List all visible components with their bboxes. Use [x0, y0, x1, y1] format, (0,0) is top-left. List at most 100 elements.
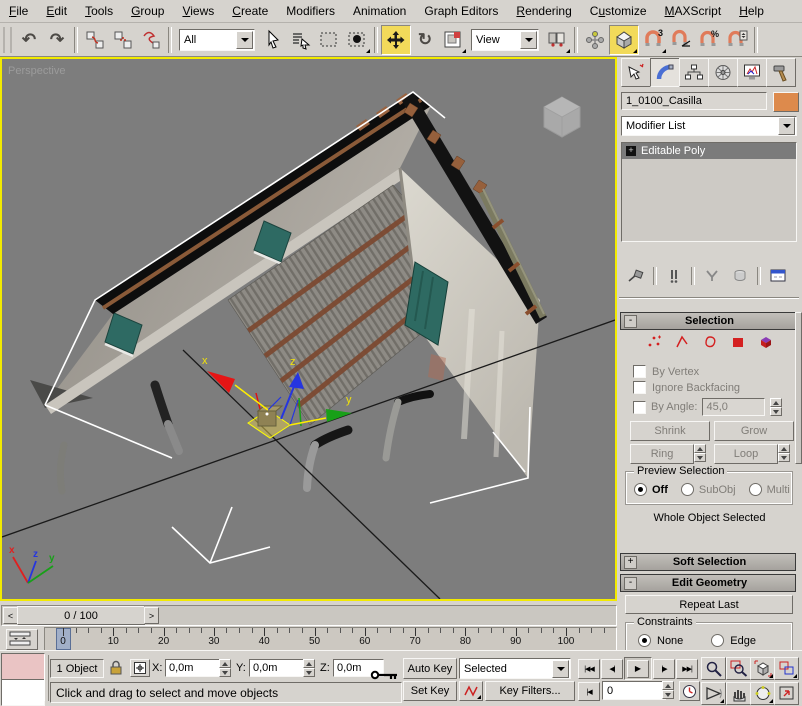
x-coordinate-field[interactable]: 0,0m	[165, 659, 220, 677]
menu-item-create[interactable]: Create	[223, 2, 277, 20]
zoom-button[interactable]	[701, 657, 726, 680]
y-coordinate-field[interactable]: 0,0m	[249, 659, 304, 677]
border-mode-icon[interactable]	[702, 334, 718, 350]
grow-button[interactable]: Grow	[714, 421, 794, 441]
select-and-link-button[interactable]	[81, 26, 109, 54]
menu-item-maxscript[interactable]: MAXScript	[656, 2, 731, 20]
percent-snap-toggle-button[interactable]: %	[695, 26, 723, 54]
auto-key-button[interactable]: Auto Key	[403, 658, 457, 679]
modifier-list-combo[interactable]: Modifier List	[621, 116, 797, 136]
absolute-offset-toggle[interactable]	[130, 659, 150, 677]
edge-mode-icon[interactable]	[674, 334, 690, 350]
configure-modifier-sets-button[interactable]	[767, 266, 789, 286]
perspective-viewport[interactable]: x z y x z y Perspective	[0, 57, 617, 601]
constraints-none-radio[interactable]	[638, 634, 651, 647]
open-mini-curve-editor-button[interactable]	[6, 629, 38, 650]
time-slider-next-button[interactable]: >	[144, 607, 159, 624]
menu-item-file[interactable]: File	[0, 2, 37, 20]
select-by-name-button[interactable]	[287, 26, 315, 54]
zoom-extents-all-button[interactable]	[774, 657, 799, 680]
ring-button[interactable]: Ring	[630, 444, 694, 464]
object-color-swatch[interactable]	[773, 92, 799, 112]
angle-snap-toggle-button[interactable]	[667, 26, 695, 54]
combo-arrow-button[interactable]	[236, 31, 253, 49]
ring-spinner[interactable]	[694, 444, 706, 462]
time-slider-thumb[interactable]: 0 / 100	[17, 606, 145, 625]
tab-display[interactable]	[737, 58, 767, 87]
modifier-stack[interactable]: + Editable Poly	[621, 142, 797, 242]
maxscript-listener-macro-line[interactable]	[1, 653, 45, 680]
pan-view-button[interactable]	[726, 682, 751, 705]
spinner-down-icon[interactable]	[778, 453, 790, 462]
select-and-scale-button[interactable]	[439, 26, 467, 54]
arc-rotate-button[interactable]	[750, 682, 775, 705]
spinner-up-icon[interactable]	[694, 444, 706, 453]
show-end-result-button[interactable]	[663, 266, 685, 286]
menu-item-modifiers[interactable]: Modifiers	[277, 2, 344, 20]
select-and-move-button[interactable]	[381, 25, 411, 55]
panel-scrollbar[interactable]	[795, 312, 802, 464]
previous-frame-button[interactable]: ◀|	[601, 659, 623, 679]
zoom-all-button[interactable]	[726, 657, 751, 680]
by-angle-field[interactable]: 45,0	[702, 398, 765, 416]
spinner-up-icon[interactable]	[303, 659, 315, 668]
go-to-end-button[interactable]: ▶▶|	[676, 659, 698, 679]
window-crossing-toggle-button[interactable]	[343, 26, 371, 54]
frame-spinner[interactable]	[662, 681, 674, 699]
bind-to-space-warp-button[interactable]	[137, 26, 165, 54]
menu-item-group[interactable]: Group	[122, 2, 173, 20]
play-animation-button[interactable]: ▶	[624, 657, 652, 680]
rollout-soft-selection[interactable]: + Soft Selection	[620, 553, 796, 571]
current-frame-field[interactable]: 0	[602, 681, 666, 700]
tab-create[interactable]	[621, 58, 651, 87]
preview-off-radio[interactable]	[634, 483, 647, 496]
menu-item-tools[interactable]: Tools	[76, 2, 122, 20]
combo-arrow-button[interactable]	[778, 117, 795, 135]
spinner-down-icon[interactable]	[662, 690, 674, 699]
rectangular-selection-region-button[interactable]	[315, 26, 343, 54]
maximize-viewport-toggle[interactable]	[774, 682, 799, 705]
snaps-toggle-button[interactable]	[609, 25, 639, 55]
rollout-selection[interactable]: - Selection	[620, 312, 796, 330]
key-mode-combo[interactable]: Selected	[459, 658, 571, 679]
y-spinner[interactable]	[303, 659, 315, 677]
next-frame-button[interactable]: |▶	[653, 659, 675, 679]
tab-hierarchy[interactable]	[679, 58, 709, 87]
time-configuration-button[interactable]	[679, 681, 700, 701]
menu-item-help[interactable]: Help	[730, 2, 773, 20]
toolbar-drag-handle[interactable]	[3, 27, 12, 53]
spinner-up-icon[interactable]	[770, 398, 782, 407]
spinner-down-icon[interactable]	[303, 668, 315, 677]
set-key-button[interactable]: Set Key	[403, 681, 457, 701]
maxscript-listener-script-line[interactable]	[1, 679, 45, 706]
viewport-label[interactable]: Perspective	[8, 65, 65, 77]
tab-motion[interactable]	[708, 58, 738, 87]
by-angle-spinner[interactable]	[770, 398, 782, 416]
spinner-snap-toggle-button[interactable]	[723, 26, 751, 54]
expand-icon[interactable]: +	[626, 146, 636, 156]
key-filters-button[interactable]: Key Filters...	[485, 681, 575, 701]
spinner-down-icon[interactable]	[770, 407, 782, 416]
listener-splitter[interactable]	[44, 655, 49, 701]
x-spinner[interactable]	[219, 659, 231, 677]
key-mode-toggle-button[interactable]: |◀	[578, 682, 600, 701]
select-and-rotate-button[interactable]: ↻	[411, 26, 439, 54]
spinner-up-icon[interactable]	[662, 681, 674, 690]
polygon-mode-icon[interactable]	[730, 334, 746, 350]
snap-mode-button[interactable]: 3	[639, 26, 667, 54]
combo-arrow-button[interactable]	[552, 660, 569, 678]
undo-button[interactable]: ↶	[15, 26, 43, 54]
object-name-field[interactable]: 1_0100_Casilla	[621, 92, 767, 110]
selection-filter-combo[interactable]: All	[179, 29, 255, 51]
unlink-selection-button[interactable]	[109, 26, 137, 54]
remove-modifier-button[interactable]	[729, 266, 751, 286]
element-mode-icon[interactable]	[758, 334, 774, 350]
tab-modify[interactable]	[650, 58, 680, 87]
default-in-out-tangents-button[interactable]	[459, 681, 483, 701]
menu-item-graph-editors[interactable]: Graph Editors	[415, 2, 507, 20]
spinner-down-icon[interactable]	[219, 668, 231, 677]
by-vertex-checkbox[interactable]	[633, 365, 646, 378]
use-pivot-point-center-button[interactable]	[543, 26, 571, 54]
redo-button[interactable]: ↷	[43, 26, 71, 54]
make-unique-button[interactable]	[701, 266, 723, 286]
